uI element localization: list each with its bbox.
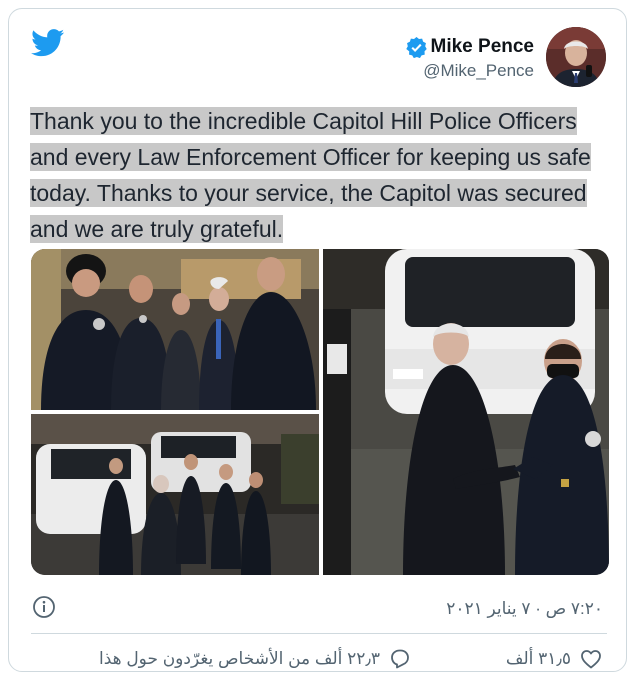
heart-icon[interactable] xyxy=(579,647,603,671)
discussion-label[interactable]: ٢٢٫٣ ألف من الأشخاص يغرّدون حول هذا xyxy=(99,649,380,669)
verified-badge-icon xyxy=(405,36,427,58)
twitter-bird-icon[interactable] xyxy=(31,29,65,57)
info-icon[interactable] xyxy=(32,595,56,619)
photo-group-by-cars[interactable] xyxy=(31,414,319,575)
media-grid[interactable] xyxy=(31,249,609,575)
tweet-card[interactable]: Mike Pence @Mike_Pence Thank you to the … xyxy=(8,8,627,672)
photo-elbow-bump[interactable] xyxy=(323,249,609,575)
avatar[interactable] xyxy=(546,27,606,87)
tweet-timestamp[interactable]: ٧:٢٠ ص · ٧ يناير ٢٠٢١ xyxy=(446,599,603,619)
author-name[interactable]: Mike Pence xyxy=(431,36,535,58)
tweet-text-content: Thank you to the incredible Capitol Hill… xyxy=(30,107,591,243)
author-block[interactable]: Mike Pence @Mike_Pence xyxy=(405,36,535,81)
discussion-action[interactable]: ٢٢٫٣ ألف من الأشخاص يغرّدون حول هذا xyxy=(99,647,412,671)
reply-bubble-icon[interactable] xyxy=(388,647,412,671)
divider xyxy=(31,633,607,634)
photo-officers-briefing[interactable] xyxy=(31,249,319,410)
author-handle[interactable]: @Mike_Pence xyxy=(406,61,534,81)
like-action[interactable]: ٣١٫٥ ألف xyxy=(506,647,603,671)
like-count[interactable]: ٣١٫٥ ألف xyxy=(506,649,571,669)
tweet-text: Thank you to the incredible Capitol Hill… xyxy=(30,103,605,247)
